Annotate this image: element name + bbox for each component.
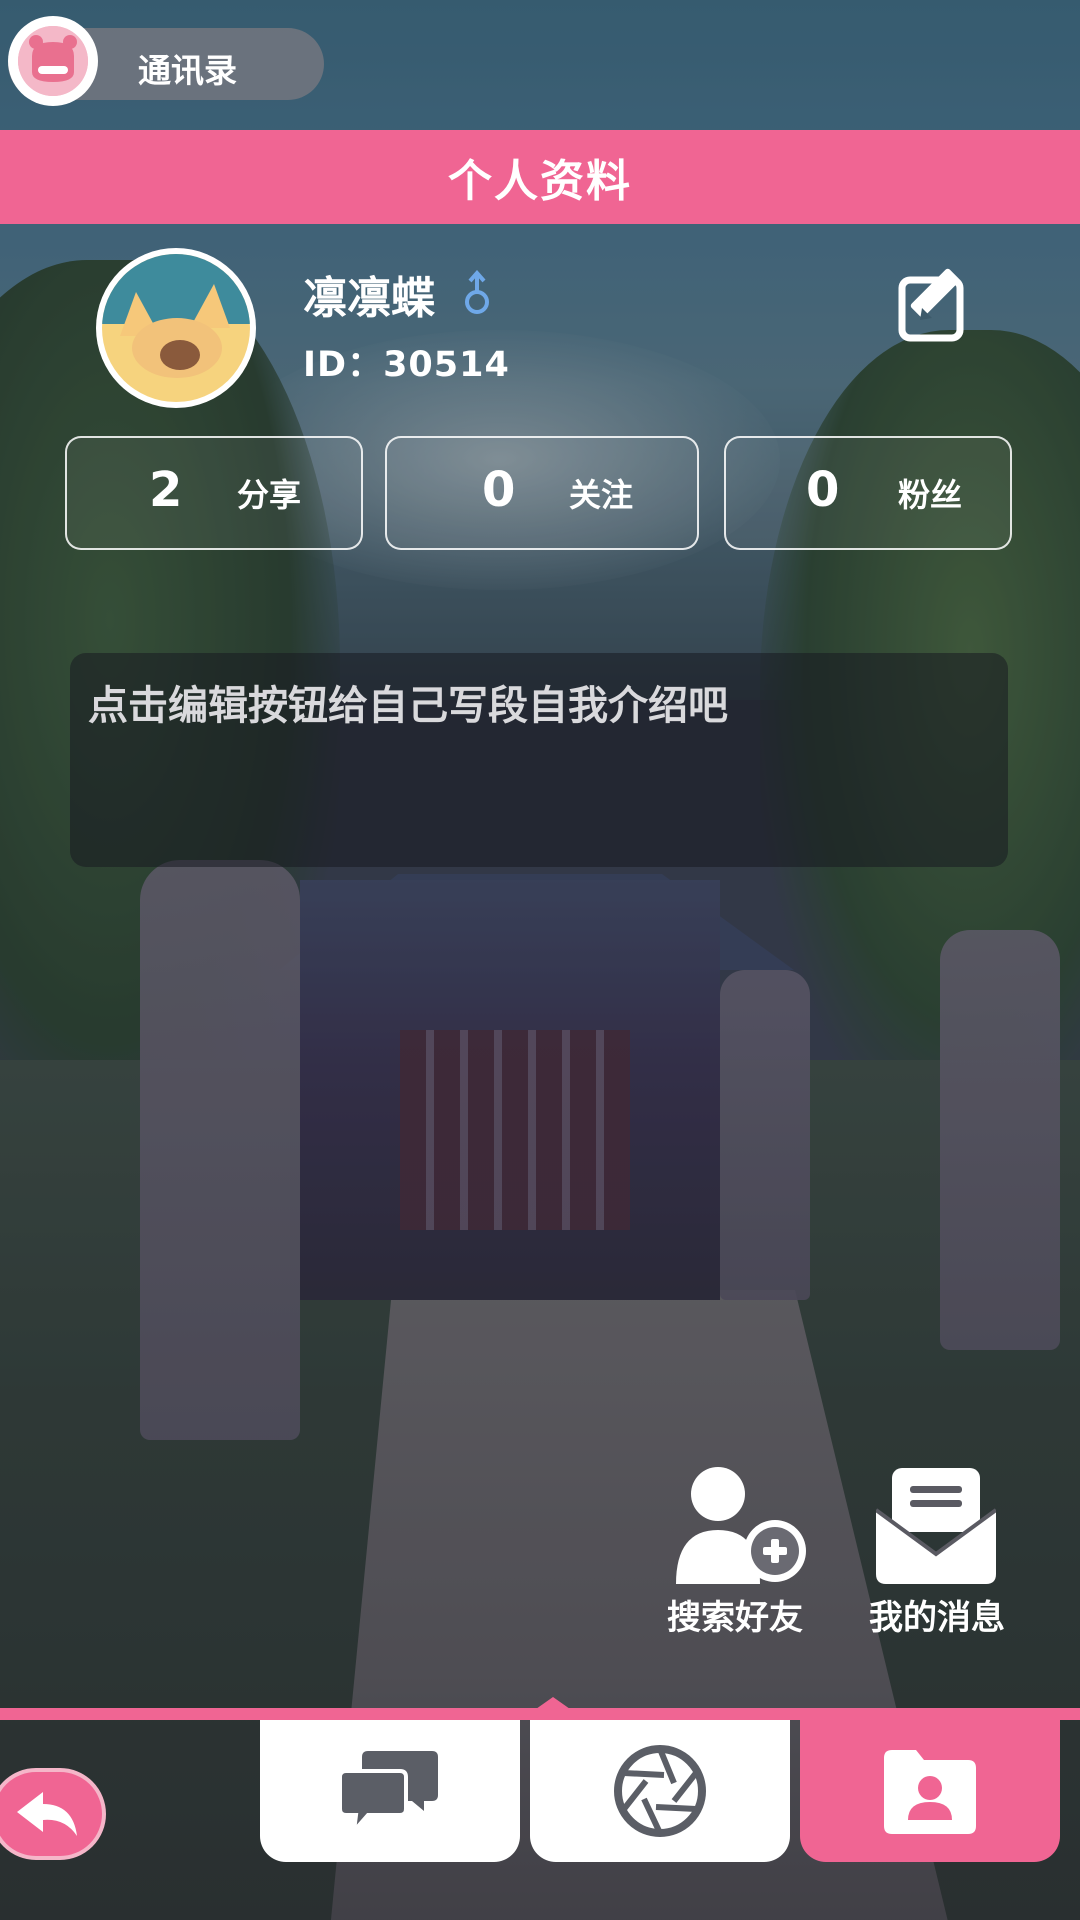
back-button[interactable]	[0, 1768, 106, 1860]
contacts-avatar-icon[interactable]	[8, 16, 98, 106]
stat-followers-label: 粉丝	[898, 476, 963, 514]
stat-following-value: 0	[482, 462, 516, 518]
stat-shares[interactable]: 2 分享	[65, 436, 363, 550]
camera-shutter-icon	[614, 1745, 706, 1837]
page-title: 个人资料	[448, 156, 632, 207]
stat-followers[interactable]: 0 粉丝	[724, 436, 1012, 550]
mail-icon	[876, 1468, 996, 1584]
search-friends-button[interactable]: 搜索好友	[660, 1460, 810, 1640]
page-header: 个人资料	[0, 130, 1080, 224]
user-id: ID：30514	[303, 345, 510, 385]
profile-folder-icon	[884, 1750, 976, 1834]
nav-divider	[0, 1708, 1080, 1720]
tab-profile[interactable]	[800, 1720, 1060, 1862]
chat-bubbles-icon	[340, 1751, 438, 1837]
user-avatar[interactable]	[96, 248, 256, 408]
male-gender-icon	[465, 270, 489, 314]
stat-following[interactable]: 0 关注	[385, 436, 699, 550]
bio-placeholder: 点击编辑按钮给自己写段自我介绍吧	[88, 683, 728, 729]
my-messages-label: 我的消息	[869, 1598, 1005, 1638]
stat-shares-value: 2	[149, 462, 183, 518]
add-friend-icon	[676, 1467, 806, 1584]
stat-following-label: 关注	[569, 476, 634, 514]
tab-moments[interactable]	[530, 1720, 790, 1862]
contacts-label: 通讯录	[138, 51, 237, 90]
search-friends-label: 搜索好友	[667, 1598, 803, 1638]
stat-followers-value: 0	[806, 462, 840, 518]
username: 凛凛蝶	[303, 273, 435, 324]
stat-shares-label: 分享	[237, 476, 302, 514]
edit-icon[interactable]	[896, 262, 980, 346]
tab-chat[interactable]	[260, 1720, 520, 1862]
bio-box[interactable]: 点击编辑按钮给自己写段自我介绍吧	[70, 653, 1008, 867]
back-arrow-icon	[17, 1792, 77, 1836]
my-messages-button[interactable]: 我的消息	[862, 1460, 1012, 1640]
